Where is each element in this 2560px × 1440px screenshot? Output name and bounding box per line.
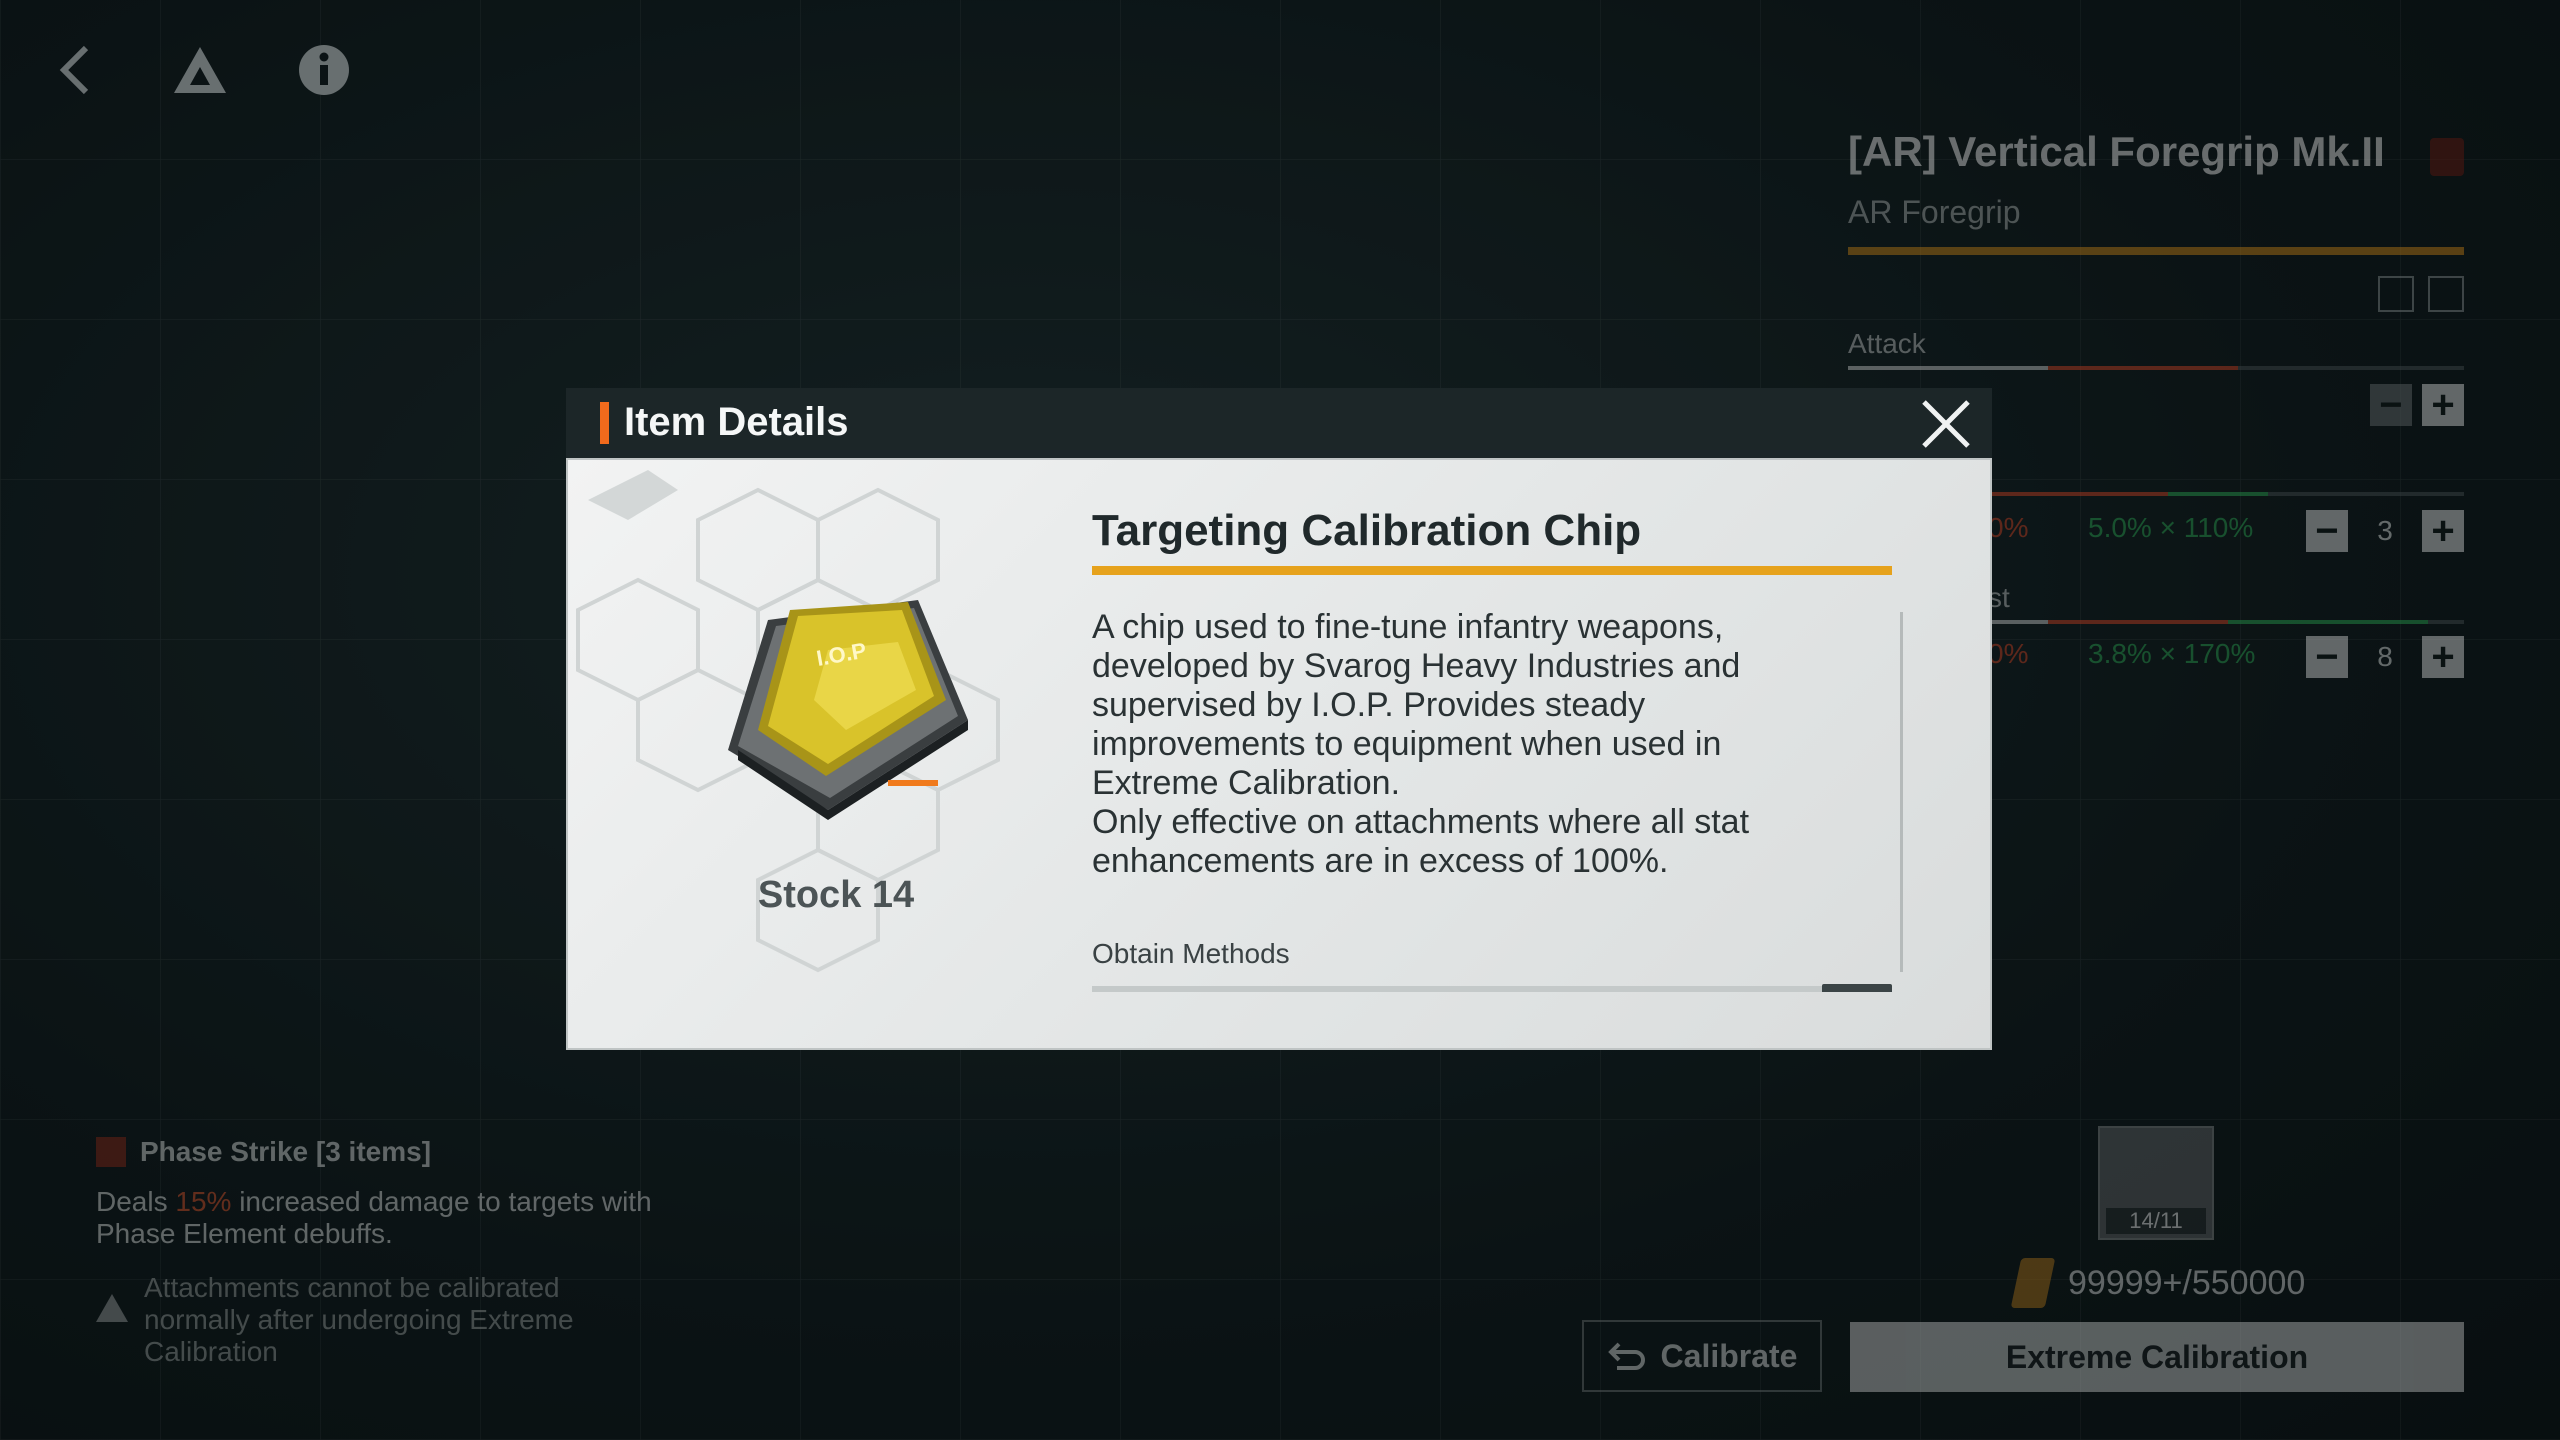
chip-image: I.O.P — [728, 600, 968, 820]
description-scrollbar[interactable] — [1900, 612, 1903, 972]
item-name: Targeting Calibration Chip — [1092, 506, 1642, 555]
description-paragraph-2: Only effective on attachments where all … — [1092, 803, 1750, 880]
header-accent — [600, 402, 609, 444]
stock-count: Stock 14 — [757, 874, 915, 916]
modal-body: I.O.P Stock 14 Targeting Calibration Chi… — [566, 458, 1992, 1050]
item-name-underline — [1092, 566, 1892, 575]
obtain-methods-divider — [1092, 984, 1892, 992]
item-details-modal: Item Details I.O.P Stock 14 Targeting Ca… — [566, 388, 1992, 1050]
modal-title: Item Details — [624, 400, 849, 444]
modal-header: Item Details — [566, 388, 1992, 458]
close-icon — [1922, 400, 1970, 448]
obtain-scroll-knob[interactable] — [1822, 984, 1892, 992]
close-button[interactable] — [1918, 396, 1974, 452]
item-description: A chip used to fine-tune infantry weapon… — [1092, 608, 1852, 881]
description-paragraph-1: A chip used to fine-tune infantry weapon… — [1092, 608, 1741, 802]
obtain-methods-label: Obtain Methods — [1092, 938, 1290, 969]
